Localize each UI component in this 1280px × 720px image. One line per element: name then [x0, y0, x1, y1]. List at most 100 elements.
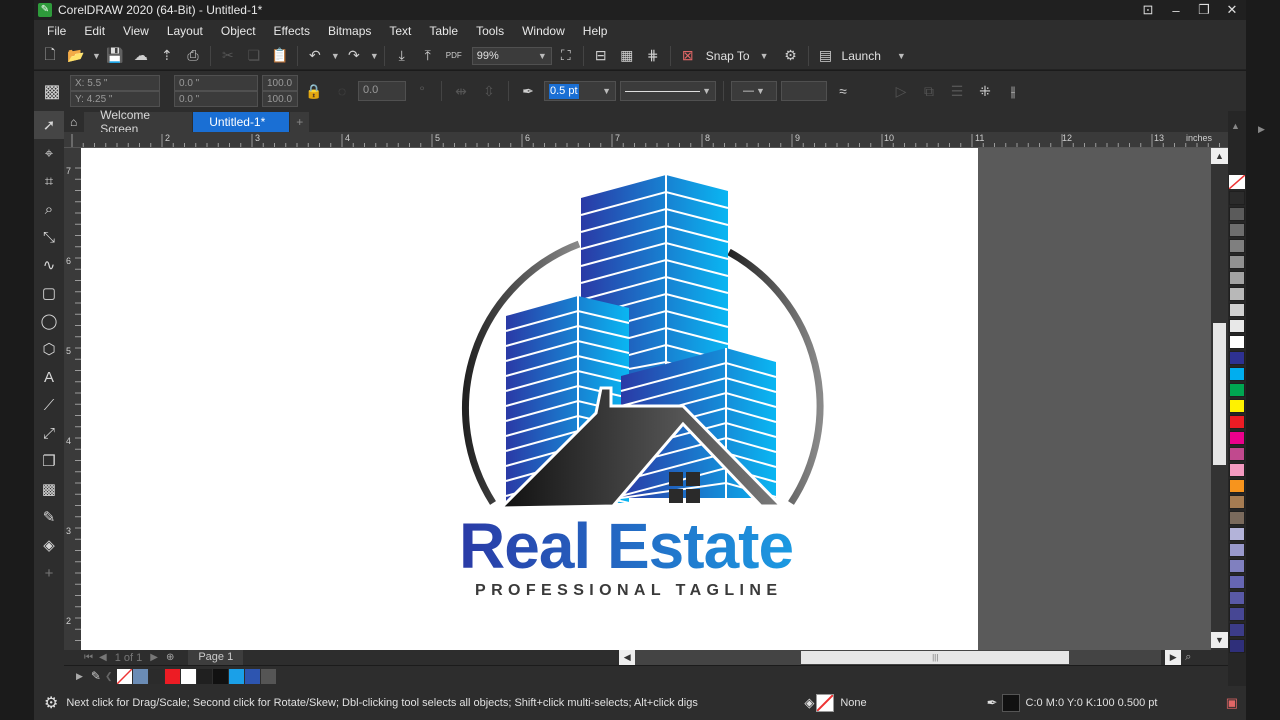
text-tool-icon[interactable]: A [34, 363, 64, 391]
palette-swatch[interactable] [1229, 511, 1245, 525]
height-field[interactable]: 0.0 " [174, 91, 258, 107]
open-folder-icon[interactable]: 📂 [64, 45, 88, 67]
tab-welcome-screen[interactable]: Welcome Screen [84, 108, 193, 136]
palette-swatch[interactable] [1229, 319, 1245, 333]
scroll-thumb[interactable] [1213, 323, 1226, 465]
color-eyedropper-tool-icon[interactable]: ✎ [34, 503, 64, 531]
zoom-navigator-icon[interactable]: ⌕ [1185, 651, 1191, 664]
minimize-button[interactable]: – [1162, 0, 1190, 20]
palette-swatch[interactable] [1229, 415, 1245, 429]
close-button[interactable]: ✕ [1218, 0, 1246, 20]
x-position-field[interactable]: X: 5.5 " [70, 75, 160, 91]
palette-swatch[interactable] [1229, 463, 1245, 477]
account-icon[interactable]: ⊡ [1134, 0, 1162, 20]
launch-icon[interactable]: ▤ [814, 45, 838, 67]
prev-page-icon[interactable]: ◀ [99, 652, 107, 663]
tab-untitled-1[interactable]: Untitled-1* [193, 112, 290, 132]
object-origin-icon[interactable]: ▩ [38, 77, 66, 105]
menu-file[interactable]: File [38, 24, 75, 38]
crop-tool-icon[interactable]: ⌗ [34, 167, 64, 195]
doc-palette-swatch[interactable] [148, 668, 164, 684]
home-icon[interactable]: ⌂ [64, 112, 84, 132]
palette-swatch[interactable] [1229, 639, 1245, 653]
zoom-level-field[interactable]: 99% ▼ [471, 46, 552, 65]
palette-swatch[interactable] [1229, 623, 1245, 637]
palette-swatch[interactable] [1229, 239, 1245, 253]
palette-swatch[interactable] [1229, 575, 1245, 589]
paste-icon[interactable]: 📋 [268, 45, 292, 67]
new-tab-icon[interactable]: + [290, 112, 310, 132]
parallel-dimension-tool-icon[interactable]: ⟋ [34, 391, 64, 419]
page-tab[interactable]: Page 1 [188, 650, 244, 665]
snap-to-button[interactable]: Snap To [706, 49, 750, 63]
menu-tools[interactable]: Tools [467, 24, 513, 38]
rotation-angle-field[interactable]: 0.0 [358, 81, 406, 101]
print-icon[interactable]: ⎙ [181, 45, 205, 67]
doc-palette-left-icon[interactable]: ❮ [105, 671, 113, 682]
palette-swatch[interactable] [1229, 527, 1245, 541]
horizontal-scroll-track[interactable]: ||| [635, 650, 1162, 665]
redo-icon[interactable]: ↷ [342, 45, 366, 67]
doc-palette-swatch[interactable] [132, 668, 148, 684]
palette-swatch[interactable] [1229, 479, 1245, 493]
to-back-icon[interactable]: ⧉ [917, 80, 941, 102]
transparency-tool-icon[interactable]: ▩ [34, 475, 64, 503]
first-page-icon[interactable]: ⏮ [84, 652, 93, 663]
palette-swatch[interactable] [1229, 207, 1245, 221]
menu-text[interactable]: Text [380, 24, 420, 38]
vertical-ruler[interactable]: 7 6 5 4 3 2 [64, 148, 81, 650]
logo-title[interactable]: Real Estate [459, 510, 839, 582]
vertical-scrollbar[interactable]: ▲ ▼ [1211, 148, 1228, 650]
scroll-down-icon[interactable]: ▼ [1211, 632, 1228, 648]
export-icon[interactable]: ⤒ [416, 45, 440, 67]
new-document-icon[interactable]: 🗋 [38, 45, 62, 67]
width-field[interactable]: 0.0 " [174, 75, 258, 91]
palette-swatch[interactable] [1229, 495, 1245, 509]
horizontal-ruler[interactable]: 2 3 4 5 6 7 8 9 10 11 12 13 inches [64, 132, 1228, 148]
interactive-fill-tool-icon[interactable]: ◈ [34, 531, 64, 559]
palette-swatch[interactable] [1229, 271, 1245, 285]
end-arrowhead-dropdown[interactable] [781, 81, 827, 101]
align-distribute-icon[interactable]: ⁜ [973, 80, 997, 102]
palette-swatch[interactable] [1229, 543, 1245, 557]
to-front-icon[interactable]: ▷ [889, 80, 913, 102]
show-rulers-icon[interactable]: ⊟ [589, 45, 613, 67]
launch-button[interactable]: Launch [842, 49, 881, 63]
snap-off-icon[interactable]: ⊠ [676, 45, 700, 67]
menu-view[interactable]: View [114, 24, 158, 38]
doc-palette-swatch[interactable] [196, 668, 212, 684]
menu-edit[interactable]: Edit [75, 24, 114, 38]
undo-icon[interactable]: ↶ [303, 45, 327, 67]
doc-palette-swatch[interactable] [228, 668, 244, 684]
logo-tagline[interactable]: PROFESSIONAL TAGLINE [475, 582, 835, 600]
color-management-icon[interactable]: ▣ [1226, 695, 1238, 711]
add-page-icon[interactable]: ⊕ [166, 652, 174, 663]
mirror-vertical-icon[interactable]: ⇳ [477, 80, 501, 102]
menu-effects[interactable]: Effects [265, 24, 319, 38]
shape-tool-icon[interactable]: ⌖ [34, 139, 64, 167]
rotation-icon[interactable]: ◌ [330, 80, 354, 102]
palette-swatch[interactable] [1229, 303, 1245, 317]
redo-dropdown-icon[interactable]: ▼ [370, 51, 379, 61]
open-dropdown-icon[interactable]: ▼ [92, 51, 101, 61]
wrap-text-icon[interactable]: ≈ [831, 80, 855, 102]
hscroll-right-icon[interactable]: ▶ [1165, 650, 1182, 665]
horizontal-scroll-thumb[interactable]: ||| [801, 651, 1070, 664]
hscroll-left-icon[interactable]: ◀ [619, 650, 636, 665]
rectangle-tool-icon[interactable]: ▢ [34, 279, 64, 307]
cut-icon[interactable]: ✂ [216, 45, 240, 67]
settings-gear-icon[interactable]: ⚙ [44, 693, 58, 713]
connector-tool-icon[interactable]: ⤢ [34, 419, 64, 447]
palette-swatch[interactable] [1229, 559, 1245, 573]
start-arrowhead-dropdown[interactable]: — ▼ [731, 81, 777, 101]
drawing-workspace[interactable]: Real Estate PROFESSIONAL TAGLINE [81, 148, 1211, 650]
lock-ratio-icon[interactable]: 🔒 [302, 80, 326, 102]
menu-help[interactable]: Help [574, 24, 617, 38]
docker-expand-icon[interactable]: ▶ [1258, 124, 1265, 135]
undo-dropdown-icon[interactable]: ▼ [331, 51, 340, 61]
restore-button[interactable]: ❐ [1190, 0, 1218, 20]
drawing-page[interactable]: Real Estate PROFESSIONAL TAGLINE [81, 148, 978, 650]
palette-swatch[interactable] [1229, 447, 1245, 461]
snap-dropdown-icon[interactable]: ▼ [760, 51, 769, 61]
copy-icon[interactable]: ❏ [242, 45, 266, 67]
